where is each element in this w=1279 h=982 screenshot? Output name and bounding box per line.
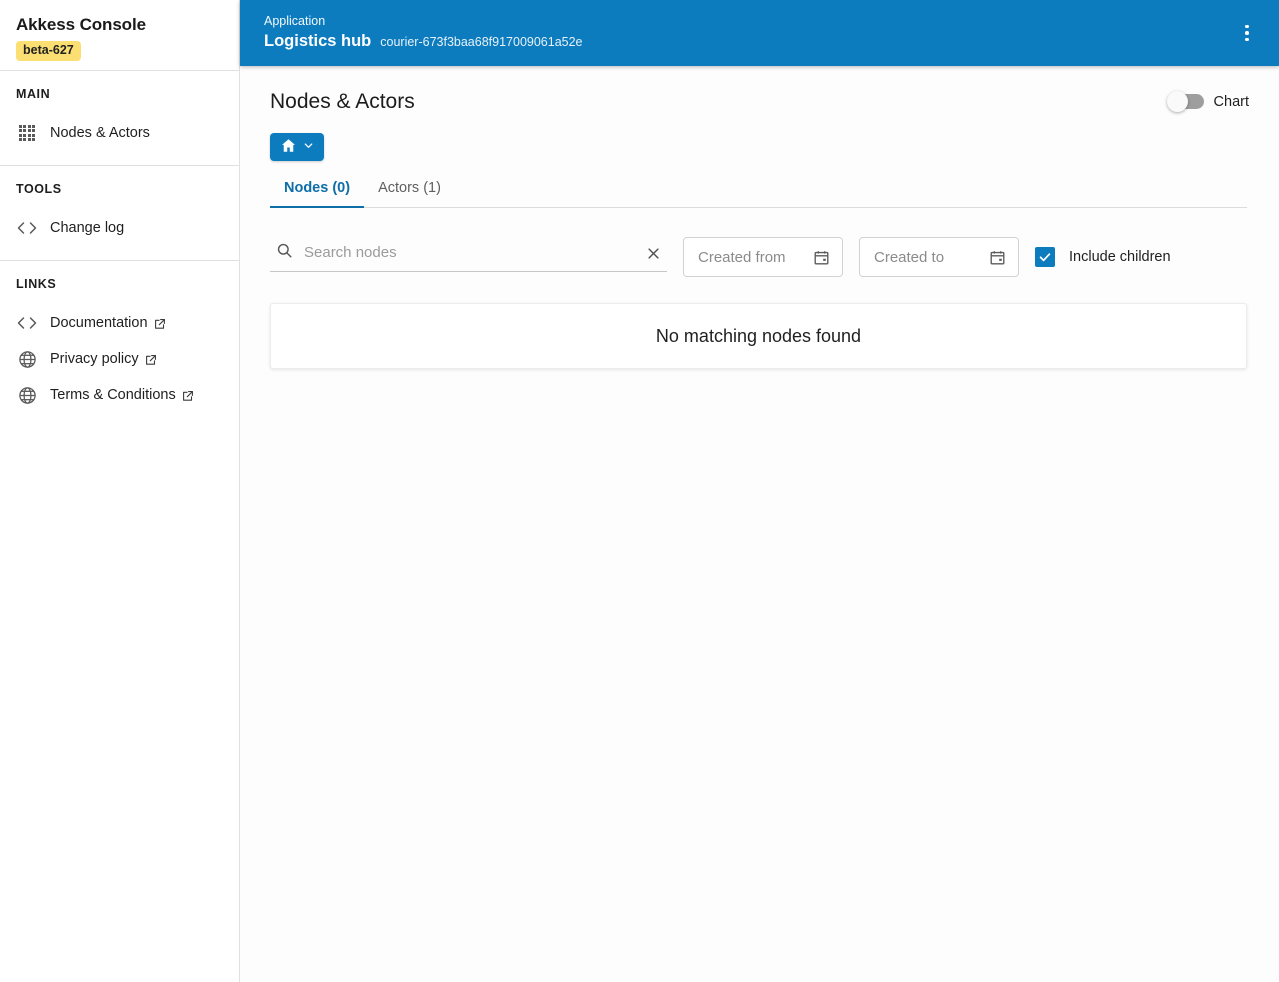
sidebar-item-label-wrap: Documentation bbox=[50, 314, 166, 333]
sidebar-item-privacy-policy[interactable]: Privacy policy bbox=[0, 341, 239, 377]
breadcrumb-home-button[interactable] bbox=[270, 133, 324, 161]
calendar-icon[interactable] bbox=[989, 249, 1006, 266]
page-content: Nodes & Actors Chart Nodes (0) Actors (1… bbox=[240, 66, 1279, 982]
home-icon bbox=[280, 137, 297, 157]
app-title: Logistics hub bbox=[264, 32, 372, 50]
breadcrumb bbox=[270, 133, 1249, 161]
brand-title: Akkess Console bbox=[16, 15, 146, 34]
created-from-input[interactable] bbox=[698, 248, 798, 266]
code-icon bbox=[16, 312, 38, 334]
tab-actors[interactable]: Actors (1) bbox=[364, 180, 455, 207]
brand-block: Akkess Console beta-627 bbox=[0, 0, 239, 71]
chart-toggle-knob bbox=[1166, 91, 1188, 112]
external-link-icon bbox=[154, 317, 166, 329]
app-header-eyebrow: Application bbox=[264, 14, 326, 28]
sidebar-item-terms-conditions[interactable]: Terms & Conditions bbox=[0, 377, 239, 413]
version-badge: beta-627 bbox=[16, 41, 81, 61]
created-to-input[interactable] bbox=[874, 248, 974, 266]
tab-nodes[interactable]: Nodes (0) bbox=[270, 180, 365, 208]
sidebar-item-label: Nodes & Actors bbox=[50, 124, 150, 141]
calendar-icon[interactable] bbox=[813, 249, 830, 266]
sidebar-section-main: MAIN Nodes & Actors bbox=[0, 71, 239, 166]
sidebar-item-change-log[interactable]: Change log bbox=[0, 210, 239, 246]
sidebar: Akkess Console beta-627 MAIN Nodes & Act… bbox=[0, 0, 240, 982]
search-input[interactable] bbox=[304, 243, 635, 263]
app-header-main: Logistics hub courier-673f3baa68f9170090… bbox=[264, 31, 583, 52]
chevron-down-icon bbox=[302, 139, 315, 155]
external-link-icon bbox=[145, 353, 157, 365]
globe-icon bbox=[16, 348, 38, 370]
app-header: Application Logistics hub courier-673f3b… bbox=[240, 0, 1279, 66]
app-root: Akkess Console beta-627 MAIN Nodes & Act… bbox=[0, 0, 1279, 982]
chart-toggle-switch[interactable] bbox=[1166, 91, 1204, 112]
app-header-text: Application Logistics hub courier-673f3b… bbox=[264, 14, 583, 52]
chart-toggle-label: Chart bbox=[1213, 93, 1249, 110]
chart-toggle[interactable]: Chart bbox=[1166, 91, 1249, 112]
sidebar-item-label: Privacy policy bbox=[50, 350, 139, 367]
external-link-icon bbox=[182, 389, 194, 401]
checkbox-checked-icon bbox=[1035, 247, 1055, 267]
page-header-row: Nodes & Actors Chart bbox=[270, 88, 1249, 115]
sidebar-heading-main: MAIN bbox=[16, 87, 51, 101]
sidebar-item-label-wrap: Privacy policy bbox=[50, 350, 157, 369]
include-children-label: Include children bbox=[1069, 249, 1171, 265]
close-icon[interactable] bbox=[646, 246, 661, 261]
include-children-checkbox[interactable]: Include children bbox=[1035, 247, 1171, 267]
results-empty-state: No matching nodes found bbox=[270, 303, 1247, 369]
created-to-field[interactable] bbox=[859, 237, 1019, 277]
sidebar-item-label: Terms & Conditions bbox=[50, 386, 176, 403]
tab-bar: Nodes (0) Actors (1) bbox=[270, 180, 1247, 208]
sidebar-section-tools: TOOLS Change log bbox=[0, 166, 239, 261]
globe-icon bbox=[16, 384, 38, 406]
code-icon bbox=[16, 217, 38, 239]
main-area: Application Logistics hub courier-673f3b… bbox=[240, 0, 1279, 982]
sidebar-section-links: LINKS Documentation Privacy policy Terms… bbox=[0, 261, 239, 427]
search-field bbox=[270, 242, 667, 272]
sidebar-heading-links: LINKS bbox=[16, 277, 57, 291]
sidebar-item-label-wrap: Terms & Conditions bbox=[50, 386, 194, 405]
sidebar-item-label: Change log bbox=[50, 219, 125, 236]
search-icon bbox=[276, 242, 293, 264]
sidebar-item-documentation[interactable]: Documentation bbox=[0, 305, 239, 341]
sidebar-heading-tools: TOOLS bbox=[16, 182, 62, 196]
sidebar-item-label: Documentation bbox=[50, 314, 148, 331]
page-title: Nodes & Actors bbox=[270, 90, 415, 113]
app-id: courier-673f3baa68f917009061a52e bbox=[380, 35, 583, 49]
created-from-field[interactable] bbox=[683, 237, 843, 277]
filter-bar: Include children bbox=[270, 237, 1249, 277]
grid-icon bbox=[16, 122, 38, 144]
sidebar-item-nodes-actors[interactable]: Nodes & Actors bbox=[0, 115, 239, 151]
kebab-menu-icon[interactable] bbox=[1229, 15, 1265, 51]
empty-state-message: No matching nodes found bbox=[655, 325, 862, 346]
